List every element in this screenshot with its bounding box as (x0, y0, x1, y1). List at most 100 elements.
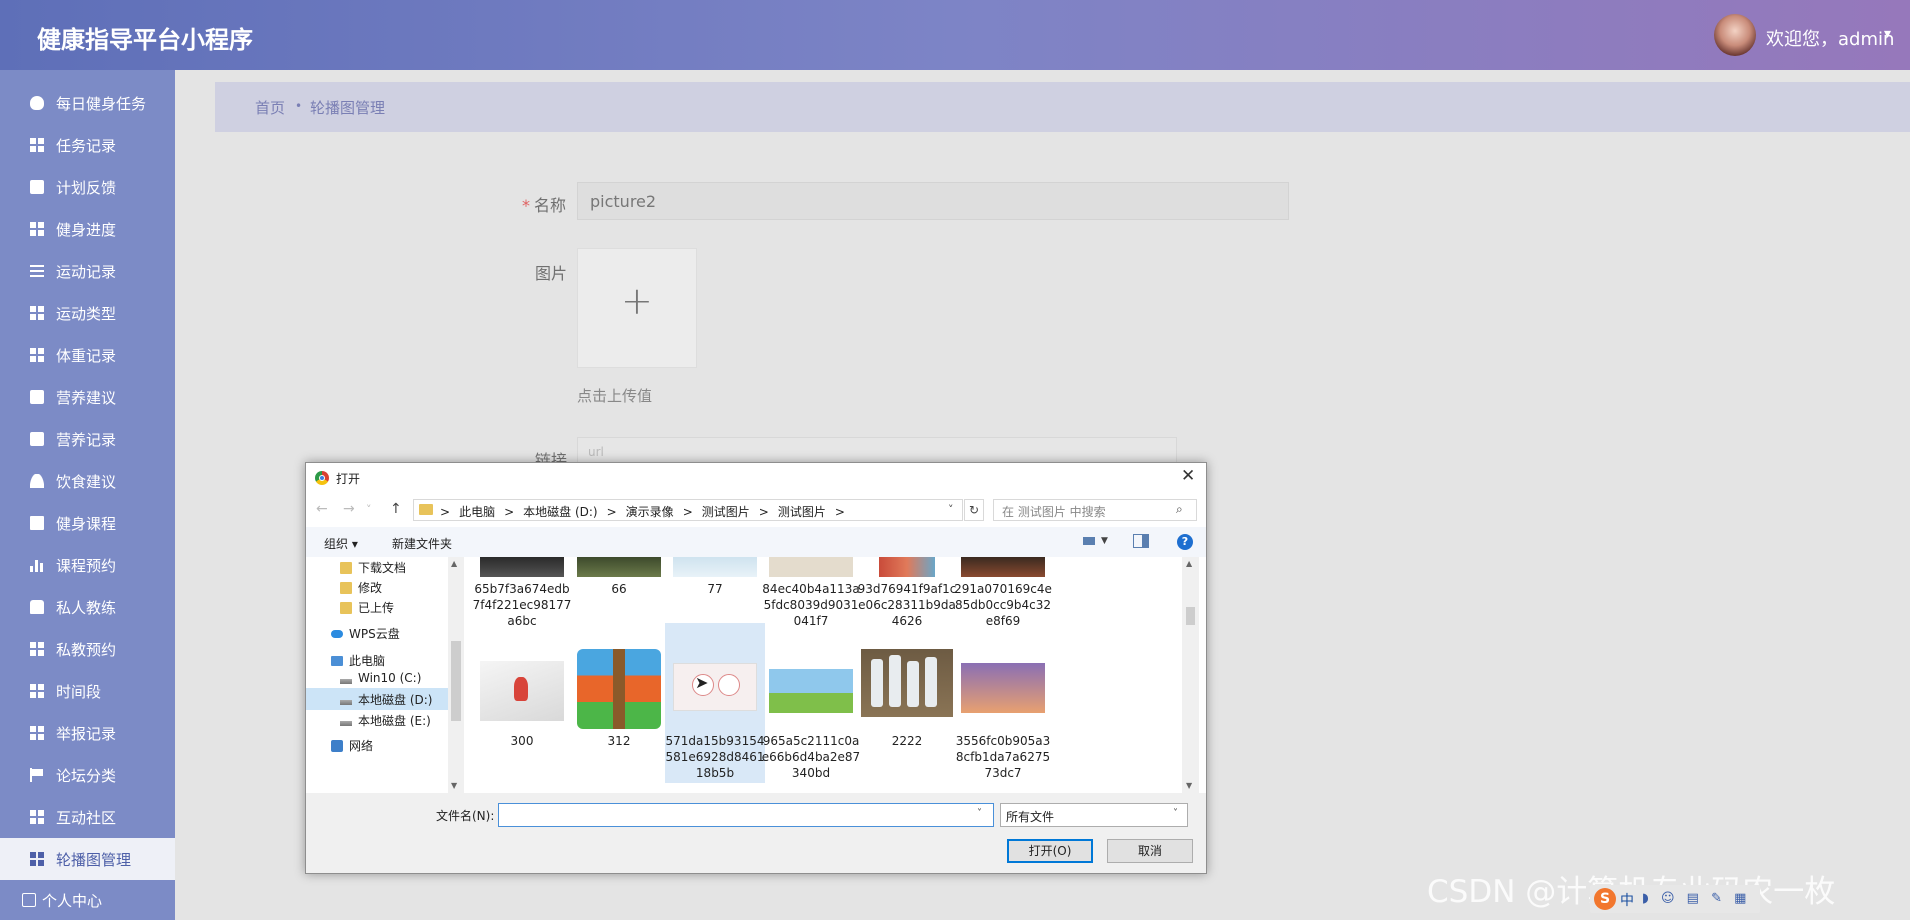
help-icon[interactable]: ? (1177, 534, 1193, 550)
image-thumbnail (961, 663, 1045, 713)
chevron-down-icon[interactable]: ▾ (1884, 26, 1891, 42)
scroll-up-icon[interactable]: ▲ (1186, 559, 1192, 568)
sidebar-item-report-record[interactable]: 举报记录 (0, 712, 175, 754)
welcome-text[interactable]: 欢迎您，admin (1766, 25, 1894, 51)
language-indicator[interactable]: 中 (1620, 890, 1634, 910)
files-scrollbar[interactable]: ▲ ▼ (1182, 557, 1199, 793)
chevron-down-icon[interactable]: ˅ (977, 808, 982, 819)
sidebar-item-daily-task[interactable]: 每日健身任务 (0, 82, 175, 124)
file-item[interactable]: 291a070169c4e85db0cc9b4c32e8f69 (953, 557, 1053, 629)
filename-input[interactable]: ˅ (498, 803, 994, 827)
recent-dropdown-icon[interactable]: ˅ (366, 503, 372, 516)
scroll-down-icon[interactable]: ▼ (1186, 781, 1192, 790)
scroll-thumb[interactable] (451, 641, 461, 721)
ime-tool-icons[interactable]: ◗ ☺ ▤ ✎ ▦ (1642, 891, 1750, 906)
search-placeholder: 在 测试图片 中搜索 (1002, 505, 1106, 519)
cancel-button[interactable]: 取消 (1107, 839, 1193, 863)
sidebar-item-trainer-booking[interactable]: 私教预约 (0, 628, 175, 670)
sidebar-item-nutrition-record[interactable]: 营养记录 (0, 418, 175, 460)
name-label-text: 名称 (534, 196, 567, 215)
tree-item-download-docs[interactable]: 下载文档 (340, 559, 406, 576)
sidebar-item-plan-feedback[interactable]: 计划反馈 (0, 166, 175, 208)
sidebar-item-label: 时间段 (56, 682, 102, 701)
sogou-icon[interactable]: S (1594, 888, 1616, 910)
close-icon[interactable]: ✕ (1181, 466, 1195, 486)
message-icon (30, 390, 44, 404)
breadcrumb-separator: • (295, 99, 303, 113)
file-item[interactable]: 2222 (857, 635, 957, 785)
image-thumbnail (879, 557, 935, 577)
sidebar-item-label: 论坛分类 (56, 766, 117, 785)
tree-item-network[interactable]: 网络 (331, 737, 373, 754)
tree-item-modify[interactable]: 修改 (340, 579, 382, 596)
name-input[interactable]: picture2 (577, 182, 1289, 220)
tree-item-drive-d[interactable]: 本地磁盘 (D:) (306, 688, 448, 710)
path-segment[interactable]: 测试图片 (702, 505, 750, 519)
sidebar-item-exercise-type[interactable]: 运动类型 (0, 292, 175, 334)
file-item[interactable]: 3556fc0b905a38cfb1da7a627573dc7 (953, 635, 1053, 785)
sidebar-item-diet-advice[interactable]: 饮食建议 (0, 460, 175, 502)
preview-pane-icon[interactable] (1133, 534, 1149, 548)
drive-icon (340, 678, 352, 684)
chevron-down-icon[interactable]: ˅ (1173, 808, 1178, 819)
bar-chart-icon (30, 558, 44, 572)
file-item[interactable]: 965a5c2111c0ae66b6d4ba2e87340bd (761, 635, 861, 785)
sidebar-item-community[interactable]: 互动社区 (0, 796, 175, 838)
file-item[interactable]: 312 (569, 635, 669, 785)
path-segment[interactable]: 测试图片 (778, 505, 826, 519)
up-arrow-icon[interactable]: ↑ (390, 501, 402, 517)
file-item[interactable]: 65b7f3a674edb7f4f221ec98177a6bc (472, 557, 572, 629)
sidebar-item-nutrition-advice[interactable]: 营养建议 (0, 376, 175, 418)
tree-item-drive-c[interactable]: Win10 (C:) (340, 671, 421, 685)
organize-button[interactable]: 组织 ▾ (324, 535, 358, 552)
search-input[interactable]: 在 测试图片 中搜索 ⌕ (993, 499, 1197, 521)
tree-scrollbar[interactable]: ▲ ▼ (448, 557, 464, 793)
sidebar-item-personal-trainer[interactable]: 私人教练 (0, 586, 175, 628)
back-arrow-icon[interactable]: ← (316, 501, 328, 517)
chevron-down-icon[interactable]: ˅ (948, 503, 954, 516)
file-item[interactable]: 93d76941f9af1ce06c28311b9da4626 (857, 557, 957, 629)
file-item[interactable]: 66 (569, 557, 669, 629)
tree-item-drive-e[interactable]: 本地磁盘 (E:) (340, 712, 431, 729)
tree-item-this-pc[interactable]: 此电脑 (331, 652, 385, 669)
sidebar-item-forum-category[interactable]: 论坛分类 (0, 754, 175, 796)
image-upload[interactable]: + (577, 248, 697, 368)
sidebar-item-fitness-course[interactable]: 健身课程 (0, 502, 175, 544)
file-item[interactable]: 300 (472, 635, 572, 785)
view-mode-icon[interactable] (1081, 534, 1097, 548)
breadcrumb-home[interactable]: 首页 (255, 97, 285, 118)
tree-item-uploaded[interactable]: 已上传 (340, 599, 394, 616)
sidebar-item-label: 营养记录 (56, 430, 117, 449)
grid-icon (30, 684, 44, 698)
sidebar-item-course-booking[interactable]: 课程预约 (0, 544, 175, 586)
file-item-selected[interactable]: ➤ 571da15b93154581e6928d846118b5b (665, 623, 765, 783)
image-thumbnail (577, 557, 661, 577)
scroll-thumb[interactable] (1186, 607, 1195, 625)
card-icon (22, 893, 36, 907)
new-folder-button[interactable]: 新建文件夹 (392, 535, 452, 552)
sidebar-item-task-record[interactable]: 任务记录 (0, 124, 175, 166)
grid-icon (30, 138, 44, 152)
sidebar-item-personal-center[interactable]: 个人中心 (0, 880, 175, 920)
avatar[interactable] (1714, 14, 1756, 56)
filetype-select[interactable]: 所有文件 ˅ (1000, 803, 1188, 827)
sidebar-item-fitness-progress[interactable]: 健身进度 (0, 208, 175, 250)
refresh-button[interactable]: ↻ (964, 499, 984, 521)
file-item[interactable]: 84ec40b4a113a5fdc8039d9031041f7 (761, 557, 861, 629)
path-segment[interactable]: 本地磁盘 (D:) (523, 505, 597, 519)
open-button[interactable]: 打开(O) (1007, 839, 1093, 863)
view-dropdown-icon[interactable]: ▼ (1101, 536, 1117, 550)
scroll-down-icon[interactable]: ▼ (451, 781, 457, 790)
path-segment[interactable]: 演示录像 (626, 505, 674, 519)
tree-item-wps-cloud[interactable]: WPS云盘 (331, 625, 400, 642)
forward-arrow-icon[interactable]: → (343, 501, 355, 517)
sidebar-item-weight-record[interactable]: 体重记录 (0, 334, 175, 376)
sidebar-item-time-slot[interactable]: 时间段 (0, 670, 175, 712)
sidebar-item-carousel[interactable]: 轮播图管理 (0, 838, 175, 880)
sidebar-item-exercise-record[interactable]: 运动记录 (0, 250, 175, 292)
path-segment[interactable]: 此电脑 (459, 505, 495, 519)
scroll-up-icon[interactable]: ▲ (451, 559, 457, 568)
file-item[interactable]: 77 (665, 557, 765, 629)
address-bar[interactable]: > 此电脑 > 本地磁盘 (D:) > 演示录像 > 测试图片 > 测试图片 > ˅ (413, 499, 963, 521)
dialog-footer: 文件名(N): ˅ 所有文件 ˅ 打开(O) 取消 (306, 793, 1206, 873)
